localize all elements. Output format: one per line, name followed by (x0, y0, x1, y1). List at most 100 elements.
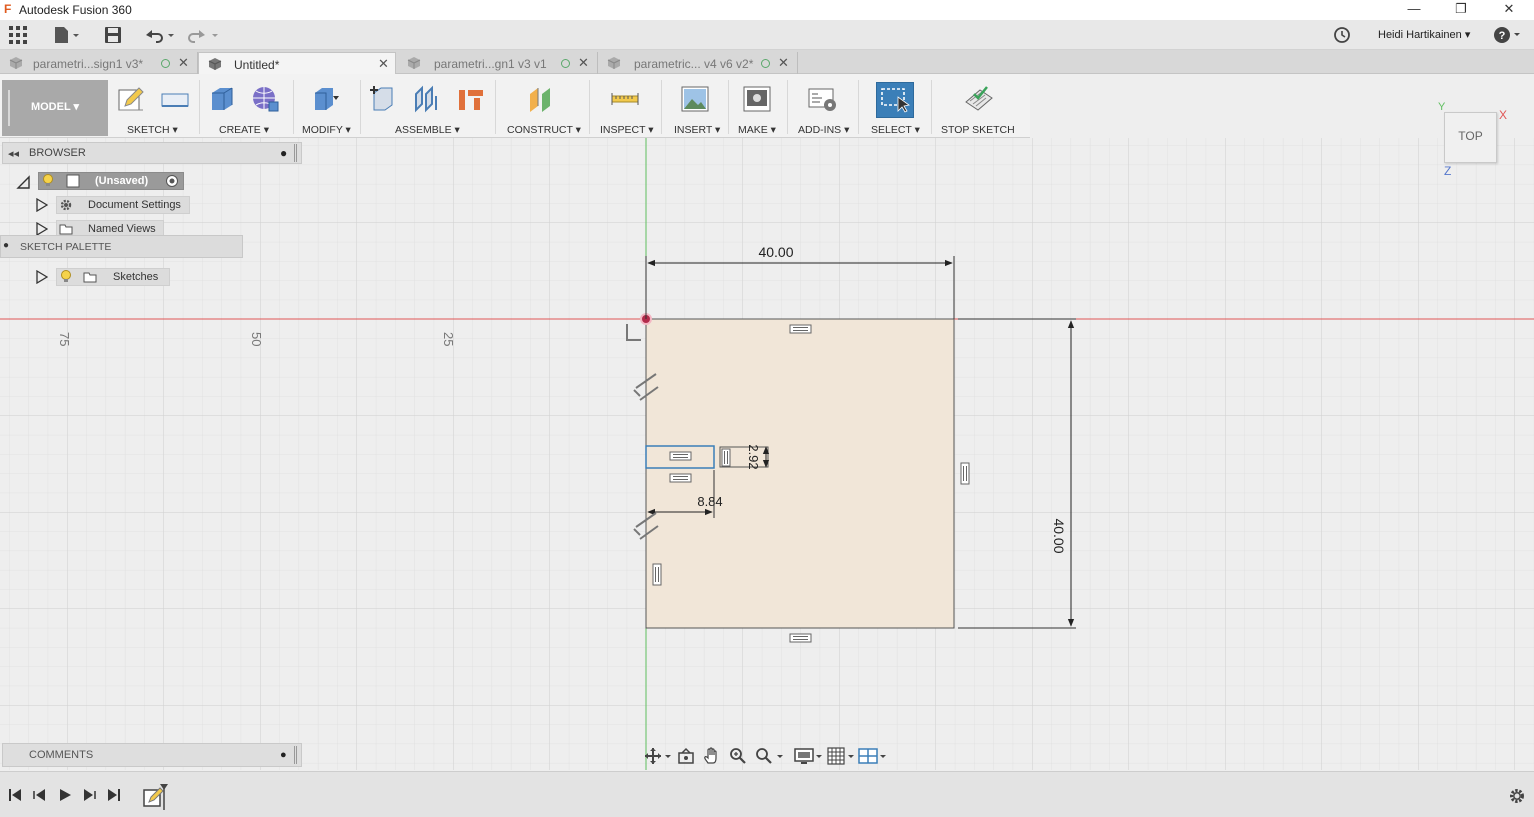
redo-icon[interactable] (188, 26, 222, 46)
small-height-dimension-value[interactable]: 2.92 (746, 444, 761, 469)
activate-radio-icon[interactable] (165, 174, 179, 188)
restore-button[interactable]: ❐ (1441, 1, 1481, 19)
minimize-button[interactable]: — (1394, 1, 1434, 19)
save-icon[interactable] (104, 26, 122, 46)
browser-minimize-icon[interactable]: ● (280, 146, 287, 160)
file-menu-icon[interactable] (54, 26, 82, 46)
viewports-icon[interactable] (858, 747, 888, 765)
horizontal-constraint-icon[interactable] (669, 451, 692, 461)
fit-zoom-window-icon[interactable] (755, 747, 785, 765)
step-forward-icon[interactable] (82, 788, 96, 802)
browser-item-sketches[interactable]: Sketches (36, 268, 196, 286)
browser-panel-header[interactable]: ◂◂ BROWSER ● (2, 142, 302, 164)
create-sketch-icon (118, 87, 144, 111)
root-node-label: (Unsaved) (95, 175, 149, 187)
document-tab-bar: parametri...sign1 v3* ✕ Untitled* ✕ para… (0, 50, 1534, 119)
expand-triangle-icon[interactable] (36, 270, 48, 284)
pan-hand-icon[interactable] (703, 747, 721, 765)
component-icon (208, 58, 222, 70)
collapse-browser-icon[interactable]: ◂◂ (8, 147, 19, 160)
tab-document-4[interactable]: parametric... v4 v6 v2* ✕ (598, 52, 798, 74)
display-settings-icon[interactable] (794, 747, 824, 765)
undo-icon[interactable] (143, 26, 177, 46)
sketch-palette-expand-icon[interactable]: ● (3, 240, 9, 251)
viewcube[interactable]: TOP (1444, 112, 1497, 163)
press-pull-icon (315, 88, 339, 110)
sketch-group[interactable]: SKETCH ▾ (110, 74, 198, 138)
gear-icon (60, 199, 72, 211)
design-viewport[interactable]: 75 50 25 40.00 40.00 2.92 8.84 Z (0, 138, 1534, 770)
height-dimension-value[interactable]: 40.00 (1051, 518, 1067, 553)
comments-panel-header[interactable]: COMMENTS ● (2, 743, 302, 767)
expand-triangle-icon[interactable] (36, 198, 48, 212)
sketch-palette-header[interactable]: ● SKETCH PALETTE (0, 235, 243, 258)
go-to-start-icon[interactable] (8, 788, 22, 802)
panel-grip-icon[interactable] (294, 746, 297, 764)
stop-sketch-button[interactable]: STOP SKETCH (933, 74, 1027, 138)
create-group[interactable]: CREATE ▾ (201, 74, 293, 138)
modify-group[interactable]: MODIFY ▾ (295, 74, 359, 138)
close-tab-icon[interactable]: ✕ (178, 55, 189, 71)
fusion-logo-icon: F (4, 2, 12, 16)
vertical-constraint-icon[interactable] (652, 563, 662, 586)
comments-expand-icon[interactable]: ● (280, 749, 287, 761)
inspect-group[interactable]: INSPECT ▾ (591, 74, 659, 138)
add-ins-group[interactable]: ADD-INS ▾ (789, 74, 857, 138)
timeline-bar (0, 771, 1534, 817)
expand-collapse-triangle-icon[interactable] (16, 175, 30, 189)
data-panel-grid-icon[interactable] (9, 26, 27, 46)
construct-group[interactable]: CONSTRUCT ▾ (497, 74, 587, 138)
horizontal-constraint-icon[interactable] (789, 633, 812, 643)
sphere-form-icon (253, 87, 279, 112)
zoom-icon[interactable] (729, 747, 747, 765)
timeline-settings-gear-icon[interactable] (1508, 787, 1526, 805)
job-status-clock-icon[interactable] (1333, 26, 1351, 46)
browser-item-document-settings[interactable]: Document Settings (36, 196, 196, 214)
workspace-switcher-button[interactable]: MODEL ▾ (2, 80, 108, 136)
timeline-sketch-feature-icon[interactable] (142, 782, 172, 816)
look-at-icon[interactable] (677, 747, 695, 765)
width-dimension-value[interactable]: 40.00 (758, 244, 793, 260)
visibility-bulb-icon[interactable] (60, 270, 72, 284)
help-icon[interactable]: ? (1493, 26, 1525, 46)
fusion-app-window: F Autodesk Fusion 360 — ❐ ✕ Heidi Hartik… (0, 0, 1534, 817)
visibility-bulb-icon[interactable] (42, 174, 54, 188)
stop-sketch-plane-icon (161, 93, 189, 107)
close-window-button[interactable]: ✕ (1489, 1, 1529, 19)
expand-triangle-icon[interactable] (36, 222, 48, 235)
select-group-label: SELECT ▾ (871, 124, 920, 136)
horizontal-constraint-icon[interactable] (669, 473, 692, 483)
make-group-label: MAKE ▾ (738, 124, 776, 136)
tab-label: parametri...gn1 v3 v1 (434, 57, 547, 71)
sketch-profile-rectangle[interactable] (645, 318, 955, 629)
panel-grip-icon[interactable] (294, 144, 297, 162)
vertical-constraint-icon[interactable] (721, 448, 731, 467)
tab-document-1[interactable]: parametri...sign1 v3* ✕ (0, 52, 198, 74)
sketch-group-label: SKETCH ▾ (127, 124, 178, 136)
insert-group[interactable]: INSERT ▾ (663, 74, 727, 138)
select-group[interactable]: SELECT ▾ (860, 74, 930, 138)
tab-document-3[interactable]: parametri...gn1 v3 v1 ✕ (398, 52, 598, 74)
go-to-end-icon[interactable] (107, 788, 121, 802)
assemble-group[interactable]: ASSEMBLE ▾ (362, 74, 494, 138)
close-tab-icon[interactable]: ✕ (778, 55, 789, 71)
tree-item-label: Document Settings (88, 199, 181, 211)
play-icon[interactable] (58, 788, 72, 802)
step-back-icon[interactable] (33, 788, 47, 802)
close-tab-icon[interactable]: ✕ (378, 56, 389, 72)
inspect-group-label: INSPECT ▾ (600, 124, 654, 136)
make-group[interactable]: MAKE ▾ (730, 74, 786, 138)
toolbar-separator (931, 80, 932, 134)
grid-settings-icon[interactable] (827, 747, 857, 765)
browser-root-node[interactable]: (Unsaved) (16, 172, 196, 190)
orbit-icon[interactable] (644, 747, 672, 765)
tab-document-untitled[interactable]: Untitled* ✕ (198, 52, 396, 74)
horizontal-constraint-icon[interactable] (789, 324, 812, 334)
close-tab-icon[interactable]: ✕ (578, 55, 589, 71)
viewcube-face-top[interactable]: TOP (1445, 129, 1496, 143)
small-width-dimension-value[interactable]: 8.84 (697, 494, 722, 509)
vertical-constraint-icon[interactable] (960, 462, 970, 485)
user-account-menu[interactable]: Heidi Hartikainen ▾ (1378, 28, 1470, 41)
create-group-label: CREATE ▾ (219, 124, 269, 136)
browser-item-named-views[interactable]: Named Views (36, 220, 196, 235)
